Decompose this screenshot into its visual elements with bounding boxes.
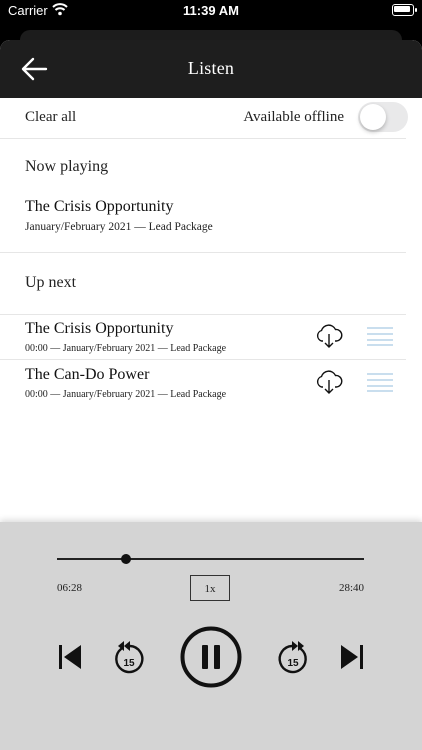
queue-item-title: The Can-Do Power — [25, 366, 150, 383]
skip-previous-icon[interactable] — [58, 643, 82, 671]
rewind-seconds-label: 15 — [123, 658, 135, 669]
rewind-15-icon[interactable]: 15 — [112, 639, 146, 675]
progress-thumb[interactable] — [121, 554, 132, 564]
available-offline-toggle[interactable] — [358, 102, 408, 132]
available-offline-label: Available offline — [243, 109, 344, 125]
clear-all-button[interactable]: Clear all — [25, 109, 76, 126]
forward-15-icon[interactable]: 15 — [276, 639, 310, 675]
now-playing-title: The Crisis Opportunity — [25, 198, 174, 215]
progress-track[interactable] — [57, 558, 364, 560]
skip-next-icon[interactable] — [340, 643, 364, 671]
reorder-handle-icon[interactable] — [367, 326, 393, 346]
forward-seconds-label: 15 — [287, 658, 299, 669]
battery-icon — [392, 4, 417, 16]
queue-item-meta: 00:00 — January/February 2021 — Lead Pac… — [25, 389, 227, 400]
cloud-download-icon[interactable] — [315, 324, 343, 348]
playback-speed-button[interactable]: 1x — [190, 575, 230, 601]
cloud-download-icon[interactable] — [315, 370, 343, 394]
listen-modal: Listen Clear all Available offline Now p… — [0, 40, 422, 750]
options-row: Clear all Available offline — [0, 98, 408, 139]
pause-icon[interactable] — [180, 626, 242, 688]
now-playing-heading: Now playing — [25, 158, 109, 175]
toggle-knob — [360, 104, 386, 130]
total-duration: 28:40 — [338, 582, 364, 594]
status-bar: Carrier 11:39 AM — [0, 0, 422, 24]
status-time: 11:39 AM — [183, 3, 239, 18]
audio-player: 06:28 1x 28:40 15 15 — [0, 522, 422, 750]
queue-item[interactable]: The Can-Do Power 00:00 — January/Februar… — [0, 360, 406, 405]
elapsed-time: 06:28 — [57, 582, 83, 594]
queue-item[interactable]: The Crisis Opportunity 00:00 — January/F… — [0, 314, 406, 360]
nav-bar: Listen — [0, 40, 422, 98]
queue-item-title: The Crisis Opportunity — [25, 320, 174, 337]
queue-item-meta: 00:00 — January/February 2021 — Lead Pac… — [25, 343, 227, 354]
reorder-handle-icon[interactable] — [367, 372, 393, 392]
now-playing-meta: January/February 2021 — Lead Package — [25, 221, 213, 233]
up-next-heading: Up next — [25, 274, 77, 291]
page-title: Listen — [187, 58, 235, 78]
divider — [0, 252, 406, 253]
